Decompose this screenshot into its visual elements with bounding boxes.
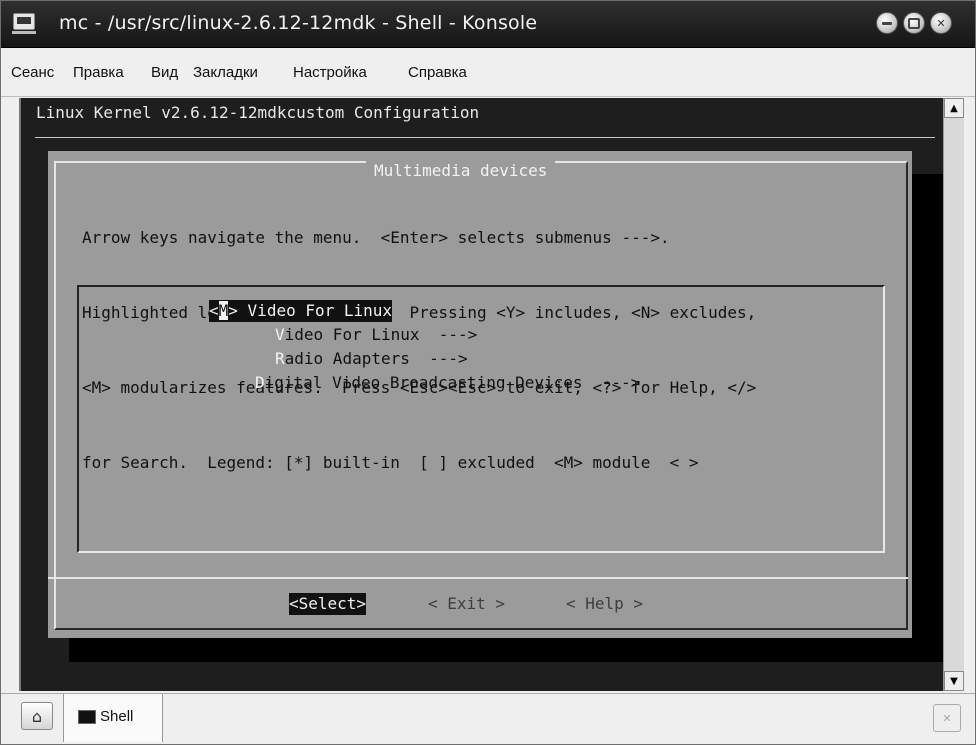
item-label: adio Adapters ---> bbox=[284, 349, 468, 368]
menuconfig-dialog: Multimedia devices Arrow keys navigate t… bbox=[48, 151, 912, 638]
terminal-scrollbar[interactable]: ▲ ▼ bbox=[943, 98, 964, 691]
menu-view[interactable]: Вид bbox=[151, 64, 178, 81]
menu-bar: Сеанс Правка Вид Закладки Настройка Спра… bbox=[1, 48, 975, 97]
config-header: Linux Kernel v2.6.12-12mdkcustom Configu… bbox=[36, 103, 480, 122]
item-label: igital Video Broadcasting Devices ---> bbox=[264, 373, 641, 392]
tab-shell[interactable]: Shell bbox=[63, 694, 163, 742]
item-cursor: M bbox=[218, 301, 229, 320]
session-tab-bar: ⌂ Shell ✕ bbox=[1, 693, 975, 744]
select-button[interactable]: <Select> bbox=[289, 593, 367, 615]
menu-item-dvb-devices[interactable]: Digital Video Broadcasting Devices ---> bbox=[255, 372, 640, 394]
tab-label: Shell bbox=[100, 708, 134, 725]
item-prefix: < bbox=[209, 301, 219, 320]
maximize-button[interactable] bbox=[903, 12, 925, 34]
title-bar[interactable]: mc - /usr/src/linux-2.6.12-12mdk - Shell… bbox=[1, 1, 975, 48]
terminal-icon bbox=[78, 710, 96, 724]
item-hotkey: V bbox=[275, 325, 285, 344]
close-session-icon[interactable]: ✕ bbox=[933, 704, 961, 732]
item-hotkey: R bbox=[275, 349, 285, 368]
menu-edit[interactable]: Правка bbox=[73, 64, 124, 81]
close-button[interactable]: ✕ bbox=[930, 12, 952, 34]
item-label: ideo For Linux ---> bbox=[284, 325, 478, 344]
new-session-icon[interactable]: ⌂ bbox=[21, 702, 53, 730]
menu-item-video-for-linux-submenu[interactable]: Video For Linux ---> bbox=[275, 324, 477, 346]
help-line: Arrow keys navigate the menu. <Enter> se… bbox=[82, 228, 670, 247]
window-title: mc - /usr/src/linux-2.6.12-12mdk - Shell… bbox=[59, 12, 538, 34]
menu-help[interactable]: Справка bbox=[408, 64, 467, 81]
up-arrow-icon[interactable]: ▲ bbox=[944, 98, 964, 118]
menu-session[interactable]: Сеанс bbox=[11, 64, 54, 81]
button-separator bbox=[48, 577, 908, 579]
menu-settings[interactable]: Настройка bbox=[293, 64, 367, 81]
konsole-window: mc - /usr/src/linux-2.6.12-12mdk - Shell… bbox=[0, 0, 976, 745]
menu-bookmarks[interactable]: Закладки bbox=[193, 64, 258, 81]
exit-button[interactable]: < Exit > bbox=[428, 593, 505, 615]
item-label: > Video For Linux bbox=[228, 301, 393, 320]
konsole-app-icon[interactable] bbox=[12, 13, 36, 34]
menu-item-video-for-linux-module[interactable]: <M> Video For Linux bbox=[209, 300, 393, 322]
minimize-button[interactable] bbox=[876, 12, 898, 34]
terminal-area[interactable]: Linux Kernel v2.6.12-12mdkcustom Configu… bbox=[19, 98, 945, 691]
help-button[interactable]: < Help > bbox=[566, 593, 643, 615]
down-arrow-icon[interactable]: ▼ bbox=[944, 671, 964, 691]
header-divider bbox=[35, 137, 935, 138]
item-hotkey: D bbox=[255, 373, 265, 392]
menu-list-box: <M> Video For Linux Video For Linux --->… bbox=[77, 285, 885, 553]
menu-item-radio-adapters[interactable]: Radio Adapters ---> bbox=[275, 348, 468, 370]
